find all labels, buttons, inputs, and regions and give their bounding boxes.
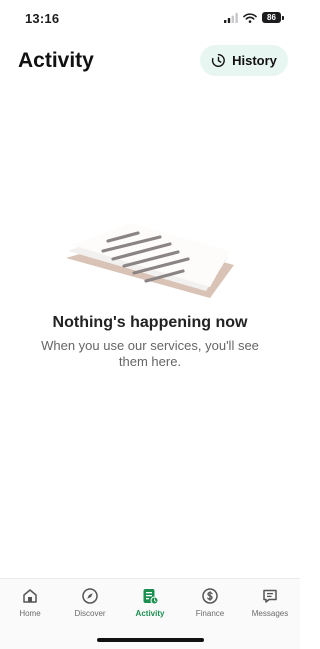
battery-cap: [282, 15, 284, 20]
nav-label-discover: Discover: [74, 609, 106, 618]
wifi-icon: [243, 12, 257, 23]
signal-icon: [224, 12, 238, 23]
message-icon: [263, 589, 277, 603]
status-time: 13:16: [25, 11, 60, 26]
home-indicator: [97, 638, 204, 642]
nav-item-discover[interactable]: Discover: [60, 587, 120, 618]
empty-state-title: Nothing's happening now: [52, 314, 248, 331]
nav-label-activity: Activity: [135, 609, 165, 618]
nav-label-messages: Messages: [251, 609, 289, 618]
nav-item-home[interactable]: Home: [0, 587, 60, 618]
nav-label-home: Home: [19, 609, 41, 618]
nav-item-finance[interactable]: Finance: [180, 587, 240, 618]
history-button-label: History: [232, 53, 277, 68]
dollar-icon: [202, 588, 218, 604]
history-button[interactable]: History: [200, 45, 288, 76]
page-title: Activity: [18, 49, 94, 72]
activity-icon: [143, 589, 159, 605]
nav-item-messages[interactable]: Messages: [240, 587, 300, 618]
compass-icon: [82, 588, 98, 604]
history-icon: [211, 53, 225, 67]
paper-document-illustration: [66, 223, 234, 298]
home-icon: [23, 589, 37, 603]
nav-label-finance: Finance: [195, 609, 225, 618]
empty-state-description: When you use our services, you'll see th…: [41, 338, 259, 369]
battery-icon: 86: [262, 12, 281, 23]
nav-item-activity[interactable]: Activity: [120, 587, 180, 618]
status-icons: 86: [224, 12, 284, 23]
status-bar: 13:16 86: [0, 0, 300, 38]
